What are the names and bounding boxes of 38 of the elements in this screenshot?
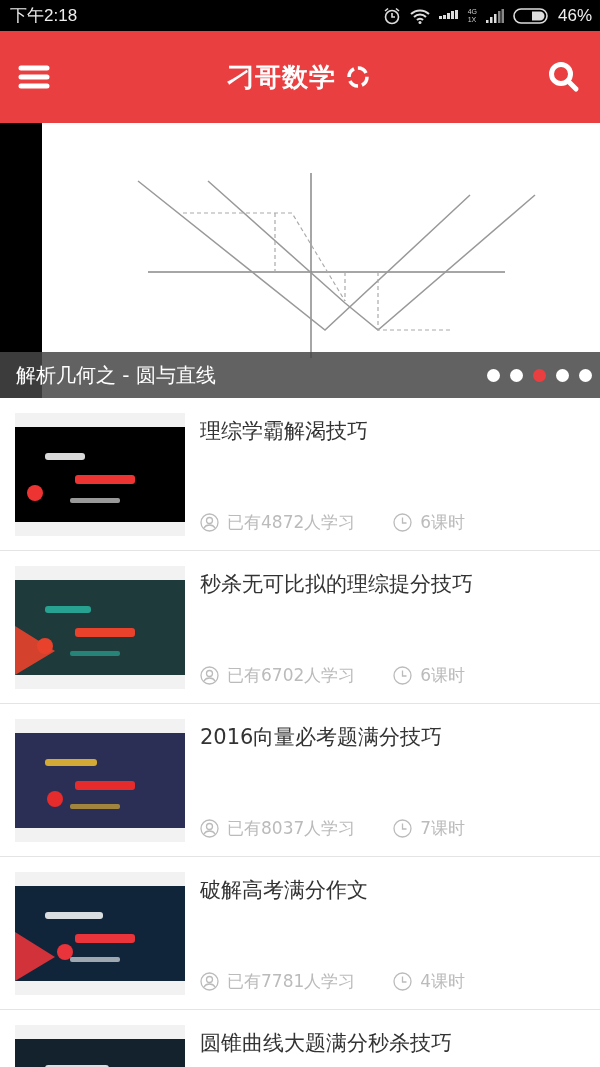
signal-icon — [438, 9, 459, 22]
page-dot[interactable] — [487, 368, 500, 382]
search-button[interactable] — [548, 61, 580, 93]
lesson-count: 4课时 — [420, 970, 466, 993]
user-icon — [200, 819, 219, 838]
clock-icon — [393, 819, 413, 838]
clock-icon — [393, 513, 413, 532]
banner-caption: 解析几何之 - 圆与直线 — [16, 361, 217, 389]
app-title: 刁哥数学 — [228, 60, 336, 94]
menu-button[interactable] — [18, 65, 50, 89]
clock-time: 下午2:18 — [10, 5, 78, 27]
course-title[interactable]: 秒杀无可比拟的理综提分技巧 — [200, 570, 600, 598]
battery-icon — [512, 7, 549, 24]
user-icon — [200, 666, 219, 685]
course-title[interactable]: 圆锥曲线大题满分秒杀技巧 — [200, 1029, 600, 1057]
loading-icon — [346, 65, 370, 89]
wifi-icon — [409, 7, 430, 24]
course-title[interactable]: 2016向量必考题满分技巧 — [200, 723, 600, 751]
learner-count: 已有4872人学习 — [227, 511, 356, 534]
learner-count: 已有8037人学习 — [227, 817, 356, 840]
lesson-count: 7课时 — [420, 817, 466, 840]
alarm-icon — [382, 6, 401, 25]
user-icon — [200, 513, 219, 532]
lesson-count: 6课时 — [420, 664, 466, 687]
lesson-count: 6课时 — [420, 511, 466, 534]
course-title[interactable]: 理综学霸解渴技巧 — [200, 417, 600, 445]
learner-count: 已有6702人学习 — [227, 664, 356, 687]
page-dot[interactable] — [510, 368, 523, 382]
page-dot[interactable] — [579, 368, 592, 382]
user-icon — [200, 972, 219, 991]
battery-percent: 46% — [557, 5, 592, 26]
course-title[interactable]: 破解高考满分作文 — [200, 876, 600, 904]
learner-count: 已有7781人学习 — [227, 970, 356, 993]
signal-icon — [485, 8, 504, 23]
clock-icon — [393, 972, 413, 991]
page-dot[interactable] — [556, 368, 569, 382]
clock-icon — [393, 666, 413, 685]
page-dot[interactable] — [533, 368, 546, 382]
